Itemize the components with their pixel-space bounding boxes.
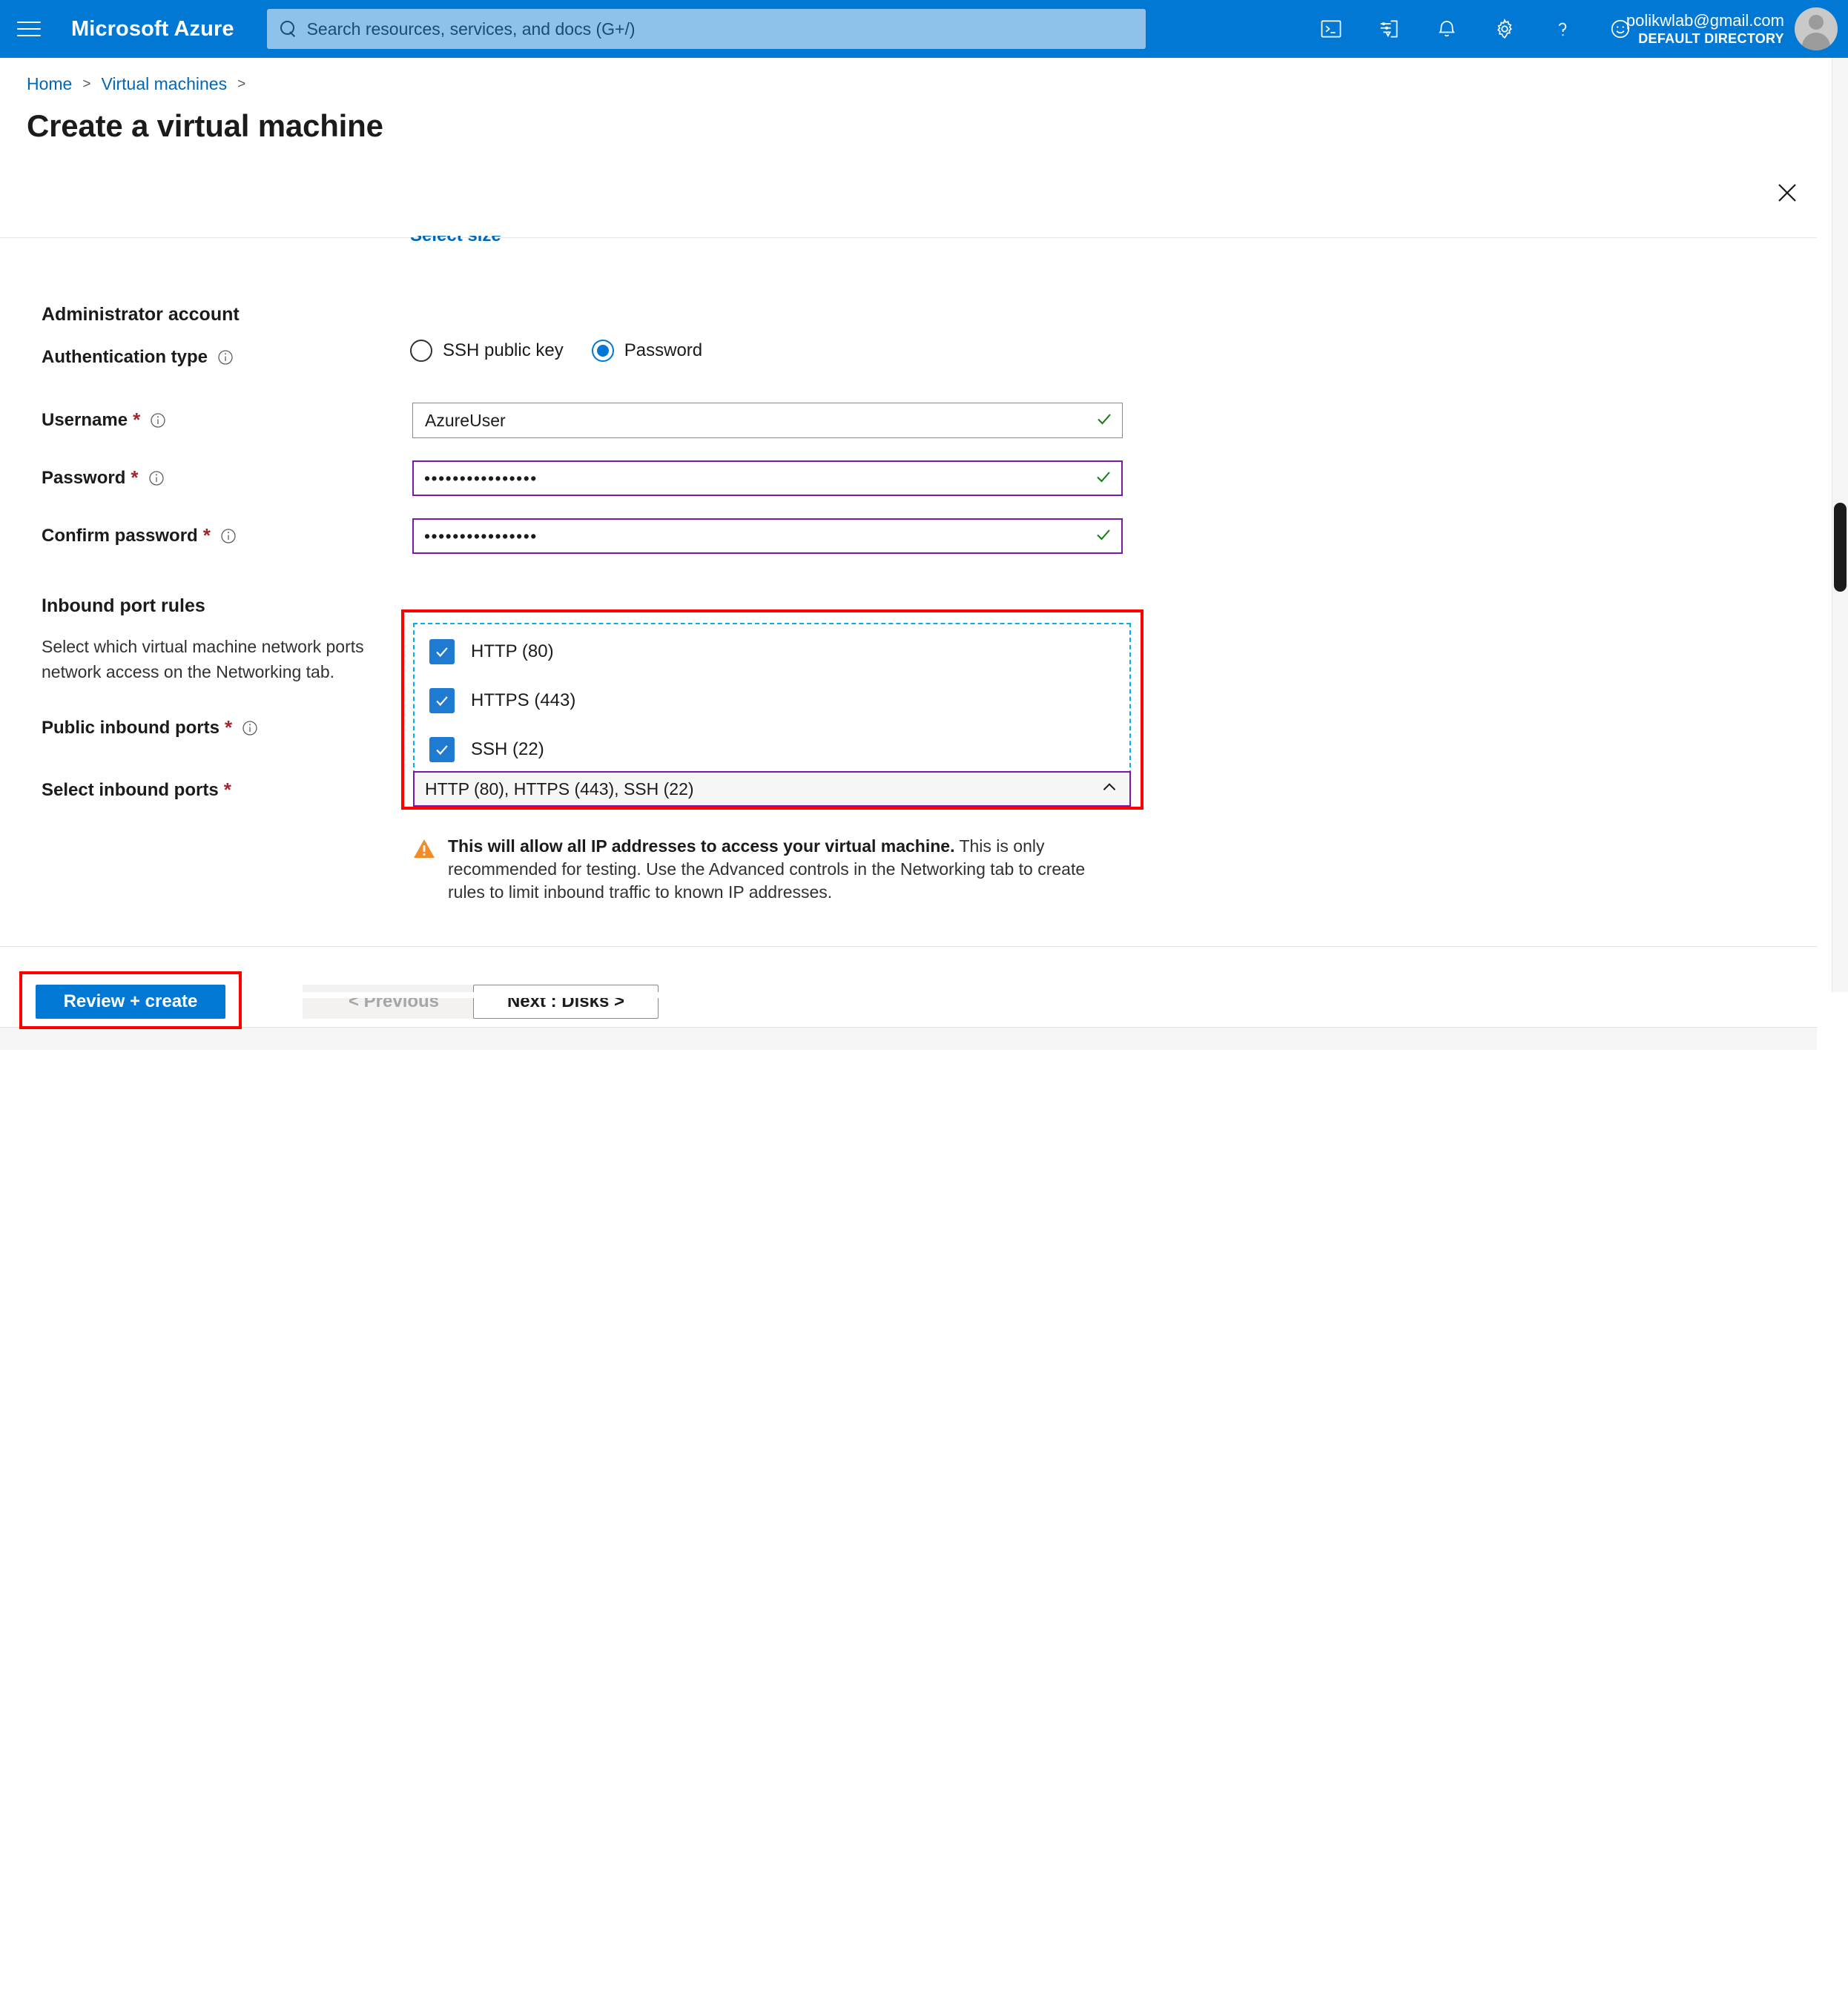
- azure-top-navigation-bar: Microsoft Azure Search resources, servic…: [0, 0, 1848, 58]
- inbound-ports-selected-value: HTTP (80), HTTPS (443), SSH (22): [425, 779, 694, 799]
- breadcrumb: Home > Virtual machines >: [27, 74, 256, 94]
- search-icon: [279, 19, 298, 39]
- warning-text: This will allow all IP addresses to acce…: [448, 835, 1095, 904]
- avatar[interactable]: [1795, 7, 1838, 50]
- required-asterisk: *: [202, 524, 211, 546]
- vertical-scrollbar-track[interactable]: [1832, 58, 1848, 998]
- account-email: polikwlab@gmail.com: [1626, 11, 1784, 30]
- breadcrumb-item-home[interactable]: Home: [27, 74, 72, 94]
- checkbox-checked-icon[interactable]: [429, 688, 455, 713]
- valid-check-icon: [1095, 410, 1113, 432]
- cloud-shell-icon[interactable]: [1302, 0, 1360, 58]
- topbar-icon-group: [1302, 0, 1649, 58]
- authentication-type-label-text: Authentication type: [42, 347, 208, 367]
- checkbox-checked-icon[interactable]: [429, 737, 455, 762]
- confirm-password-input[interactable]: ••••••••••••••••: [424, 526, 538, 546]
- page-title: Create a virtual machine: [27, 108, 383, 143]
- notifications-bell-icon[interactable]: [1418, 0, 1476, 58]
- chevron-up-icon[interactable]: [1100, 778, 1119, 801]
- review-create-button[interactable]: Review + create: [36, 985, 225, 1019]
- close-icon[interactable]: [1771, 176, 1804, 209]
- authentication-type-radio-group: SSH public key Password: [410, 340, 702, 362]
- password-label-text: Password: [42, 467, 126, 488]
- password-field[interactable]: ••••••••••••••••: [412, 460, 1123, 496]
- horizontal-scrollbar-track[interactable]: [0, 1027, 1817, 1050]
- info-icon[interactable]: [217, 348, 234, 366]
- password-label: Password *: [42, 466, 165, 489]
- warning-triangle-icon: [412, 838, 436, 864]
- required-asterisk: *: [224, 716, 233, 738]
- account-menu[interactable]: polikwlab@gmail.com DEFAULT DIRECTORY: [1626, 0, 1838, 58]
- username-input[interactable]: [423, 409, 1089, 432]
- valid-check-icon: [1095, 468, 1112, 489]
- breadcrumb-separator-icon: >: [82, 76, 91, 92]
- username-label: Username *: [42, 409, 167, 432]
- breadcrumb-item-virtual-machines[interactable]: Virtual machines: [101, 74, 227, 94]
- valid-check-icon: [1095, 526, 1112, 547]
- checkbox-checked-icon[interactable]: [429, 639, 455, 664]
- radio-password[interactable]: Password: [591, 340, 703, 362]
- option-http-80[interactable]: HTTP (80): [429, 639, 554, 664]
- confirm-password-label-text: Confirm password: [42, 525, 198, 546]
- account-directory: DEFAULT DIRECTORY: [1638, 31, 1784, 46]
- help-question-icon[interactable]: [1534, 0, 1591, 58]
- account-text-block: polikwlab@gmail.com DEFAULT DIRECTORY: [1626, 11, 1784, 47]
- directories-subscriptions-icon[interactable]: [1360, 0, 1418, 58]
- public-inbound-ports-label-text: Public inbound ports: [42, 717, 220, 738]
- info-icon[interactable]: [148, 469, 165, 487]
- header-divider: [0, 237, 1817, 238]
- settings-gear-icon[interactable]: [1476, 0, 1534, 58]
- option-ssh-22-label: SSH (22): [471, 739, 544, 759]
- required-asterisk: *: [131, 466, 139, 489]
- radio-circle-selected-icon: [591, 340, 614, 362]
- select-inbound-ports-label-text: Select inbound ports: [42, 779, 219, 800]
- password-input[interactable]: ••••••••••••••••: [424, 469, 538, 489]
- username-label-text: Username: [42, 409, 128, 430]
- radio-ssh-public-key[interactable]: SSH public key: [410, 340, 564, 362]
- inbound-ports-select[interactable]: HTTP (80), HTTPS (443), SSH (22): [413, 771, 1131, 807]
- option-http-80-label: HTTP (80): [471, 641, 554, 661]
- inbound-ports-warning: This will allow all IP addresses to acce…: [412, 835, 1095, 904]
- select-size-link[interactable]: Select size: [410, 236, 501, 246]
- radio-circle-icon: [410, 340, 432, 362]
- microsoft-azure-logo-text[interactable]: Microsoft Azure: [71, 17, 234, 42]
- confirm-password-field[interactable]: ••••••••••••••••: [412, 518, 1123, 554]
- create-vm-blade: Home > Virtual machines > Create a virtu…: [0, 58, 1848, 1050]
- warning-bold-text: This will allow all IP addresses to acce…: [448, 836, 955, 856]
- info-icon[interactable]: [149, 412, 167, 429]
- global-search-box[interactable]: [266, 9, 1146, 49]
- username-field[interactable]: [412, 403, 1123, 438]
- radio-password-label: Password: [624, 340, 703, 360]
- select-inbound-ports-label: Select inbound ports *: [42, 779, 231, 802]
- administrator-account-heading: Administrator account: [42, 304, 240, 325]
- info-icon[interactable]: [220, 527, 237, 545]
- required-asterisk: *: [133, 409, 141, 431]
- window-bottom-edge: [0, 992, 1848, 998]
- option-ssh-22[interactable]: SSH (22): [429, 737, 544, 762]
- select-size-link-clipped: Select size: [410, 236, 633, 257]
- blade-footer: [0, 947, 1817, 1027]
- option-https-443[interactable]: HTTPS (443): [429, 688, 575, 713]
- public-inbound-ports-label: Public inbound ports *: [42, 716, 259, 739]
- confirm-password-label: Confirm password *: [42, 524, 237, 547]
- radio-ssh-public-key-label: SSH public key: [443, 340, 564, 360]
- previous-button[interactable]: < Previous: [303, 985, 485, 1019]
- search-input[interactable]: [305, 18, 1134, 40]
- inbound-port-rules-heading: Inbound port rules: [42, 595, 205, 616]
- hamburger-menu-icon[interactable]: [0, 0, 58, 58]
- option-https-443-label: HTTPS (443): [471, 690, 576, 710]
- breadcrumb-separator-icon: >: [237, 76, 246, 92]
- inbound-ports-option-list: HTTP (80) HTTPS (443) SSH (22): [413, 623, 1131, 775]
- required-asterisk: *: [223, 779, 231, 801]
- authentication-type-label: Authentication type: [42, 347, 234, 368]
- vertical-scrollbar-thumb[interactable]: [1834, 503, 1847, 592]
- next-disks-button[interactable]: Next : Disks >: [473, 985, 659, 1019]
- info-icon[interactable]: [241, 719, 259, 737]
